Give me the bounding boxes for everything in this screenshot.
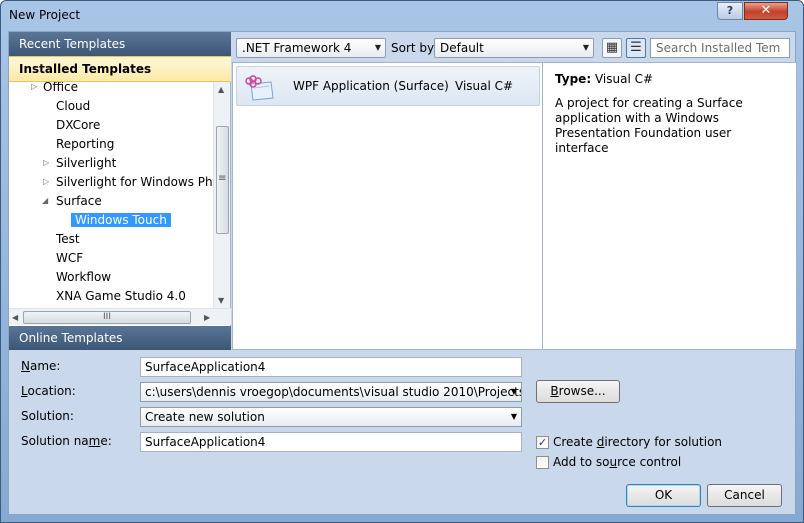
search-installed-templates-input[interactable]: Search Installed Tem xyxy=(650,38,790,58)
cancel-button[interactable]: Cancel xyxy=(707,484,782,507)
sort-by-label: Sort by: xyxy=(391,41,438,55)
close-button[interactable]: ✕ xyxy=(744,2,788,20)
tree-item-reporting[interactable]: Reporting xyxy=(56,135,114,153)
medium-icons-view-button[interactable]: ▦ xyxy=(602,38,622,58)
tree-item-windows-touch[interactable]: Windows Touch xyxy=(71,211,171,229)
tree-horizontal-scrollbar[interactable]: ◀ III ▶ xyxy=(9,308,231,325)
template-toolbar: .NET Framework 4 ▼ Sort by: Default ▼ ▦ ☰ … xyxy=(232,32,797,62)
template-tree: ▷ Office Cloud DXCore Reporting ▷ Silverli… xyxy=(9,82,213,308)
ok-button[interactable]: OK xyxy=(626,484,701,507)
tree-item-workflow[interactable]: Workflow xyxy=(56,268,111,286)
templates-nav-pane: Recent Templates Installed Templates ▷ Of… xyxy=(9,32,231,350)
template-item-wpf-surface[interactable]: WPF Application (Surface) Visual C# xyxy=(236,66,540,106)
dialog-client: Recent Templates Installed Templates ▷ Of… xyxy=(8,31,797,516)
tree-item-dxcore[interactable]: DXCore xyxy=(56,116,100,134)
template-name: WPF Application (Surface) xyxy=(293,79,449,93)
tree-item-test[interactable]: Test xyxy=(56,230,80,248)
tree-vertical-scrollbar[interactable]: ▲ ≡ ▼ xyxy=(213,82,230,308)
title-bar[interactable]: New Project ? ✕ xyxy=(1,1,803,31)
project-name-input[interactable]: SurfaceApplication4 xyxy=(140,357,522,377)
grip-icon: ≡ xyxy=(218,173,227,184)
recent-templates-header[interactable]: Recent Templates xyxy=(9,32,231,56)
scroll-left-arrow-icon[interactable]: ◀ xyxy=(12,313,18,322)
project-form: Name: SurfaceApplication4 Location: c:\u… xyxy=(9,350,797,516)
dropdown-arrow-icon: ▼ xyxy=(374,43,381,52)
scroll-up-arrow-icon[interactable]: ▲ xyxy=(218,85,224,94)
expand-arrow-icon[interactable]: ▷ xyxy=(43,173,49,191)
online-templates-header[interactable]: Online Templates xyxy=(9,326,231,350)
framework-select[interactable]: .NET Framework 4 ▼ xyxy=(236,38,386,58)
installed-templates-header[interactable]: Installed Templates xyxy=(9,56,231,82)
help-button[interactable]: ? xyxy=(717,2,743,20)
new-project-dialog: New Project ? ✕ Recent Templates Install… xyxy=(0,0,804,523)
location-select[interactable]: c:\users\dennis vroegop\documents\visual… xyxy=(140,382,522,402)
location-label: Location: xyxy=(21,384,76,398)
selected-tree-label: Windows Touch xyxy=(71,213,171,227)
collapse-arrow-icon[interactable]: ◢ xyxy=(42,192,48,210)
solution-label: Solution: xyxy=(21,409,74,423)
tree-item-wcf[interactable]: WCF xyxy=(56,249,83,267)
window-title: New Project xyxy=(9,8,81,22)
create-directory-checkbox[interactable]: ✓ xyxy=(536,436,549,449)
solution-name-input[interactable]: SurfaceApplication4 xyxy=(140,432,522,452)
create-directory-label[interactable]: Create directory for solution xyxy=(553,434,722,450)
vertical-scroll-thumb[interactable]: ≡ xyxy=(216,126,229,234)
dropdown-arrow-icon: ▼ xyxy=(510,412,517,421)
scroll-right-arrow-icon[interactable]: ▶ xyxy=(204,313,210,322)
solution-select[interactable]: Create new solution ▼ xyxy=(140,407,522,427)
tree-item-office[interactable]: ▷ Office xyxy=(31,82,78,96)
scroll-down-arrow-icon[interactable]: ▼ xyxy=(218,296,224,305)
template-type: Type: Visual C# xyxy=(555,72,654,86)
tree-item-surface[interactable]: ◢ Surface xyxy=(42,192,102,210)
wpf-surface-project-icon xyxy=(245,72,275,102)
source-control-label[interactable]: Add to source control xyxy=(553,454,681,470)
tree-item-xna[interactable]: XNA Game Studio 4.0 xyxy=(56,287,186,305)
horizontal-scroll-thumb[interactable]: III xyxy=(23,311,191,324)
tree-item-cloud[interactable]: Cloud xyxy=(56,97,90,115)
solution-name-label: Solution name: xyxy=(21,434,112,448)
dropdown-arrow-icon: ▼ xyxy=(510,387,517,396)
tree-item-silverlight-wp[interactable]: ▷Silverlight for Windows Phone xyxy=(43,173,213,191)
browse-button[interactable]: Browse... xyxy=(536,380,620,403)
templates-list: WPF Application (Surface) Visual C# xyxy=(232,62,543,350)
template-details-pane: Type: Visual C# A project for creating a… xyxy=(543,62,797,350)
expand-arrow-icon[interactable]: ▷ xyxy=(43,154,49,172)
sort-by-select[interactable]: Default ▼ xyxy=(434,38,594,58)
template-description: A project for creating a Surface applica… xyxy=(555,96,743,155)
dropdown-arrow-icon: ▼ xyxy=(582,43,589,52)
source-control-checkbox[interactable] xyxy=(536,456,549,469)
name-label: Name: xyxy=(21,359,61,373)
template-language: Visual C# xyxy=(455,79,514,93)
list-view-button[interactable]: ☰ xyxy=(626,38,646,58)
tree-item-silverlight[interactable]: ▷ Silverlight xyxy=(43,154,116,172)
expand-arrow-icon[interactable]: ▷ xyxy=(31,82,37,96)
